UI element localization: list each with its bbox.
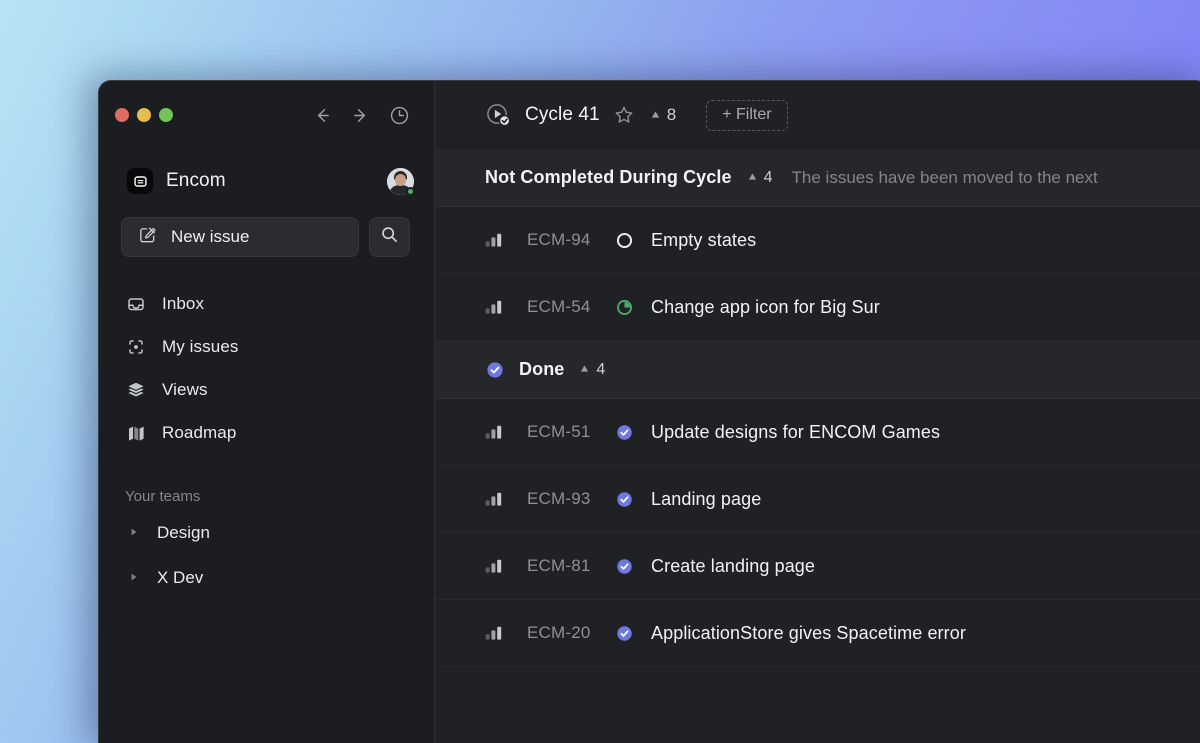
app-window: Encom New issue Inbox My issues Views Ro… bbox=[98, 80, 1200, 743]
new-issue-button[interactable]: New issue bbox=[121, 217, 359, 257]
priority-bars-icon[interactable] bbox=[485, 626, 505, 640]
sidebar-actions: New issue bbox=[99, 217, 434, 257]
group-title: Done bbox=[519, 359, 565, 379]
sidebar-item-label: Roadmap bbox=[162, 422, 237, 442]
table-row[interactable]: ECM-51 Update designs for ENCOM Games bbox=[435, 399, 1200, 466]
page-title: Cycle 41 bbox=[525, 104, 600, 125]
status-in-progress-icon[interactable] bbox=[615, 298, 635, 317]
layers-icon bbox=[125, 380, 146, 400]
inbox-icon bbox=[125, 294, 146, 314]
arrow-left-icon[interactable] bbox=[313, 106, 332, 125]
new-issue-label: New issue bbox=[171, 227, 250, 246]
chevron-right-icon[interactable] bbox=[129, 569, 139, 587]
group-title: Not Completed During Cycle bbox=[485, 167, 732, 187]
table-row[interactable]: ECM-20 ApplicationStore gives Spacetime … bbox=[435, 600, 1200, 667]
issue-id: ECM-81 bbox=[527, 556, 591, 575]
search-icon bbox=[380, 225, 399, 249]
maximize-button[interactable] bbox=[159, 108, 173, 122]
status-done-icon[interactable] bbox=[615, 557, 635, 576]
view-header: Cycle 41 8 + Filter bbox=[435, 81, 1200, 149]
status-done-icon[interactable] bbox=[615, 624, 635, 643]
cycle-completed-icon bbox=[485, 102, 511, 128]
sidebar: Encom New issue Inbox My issues Views Ro… bbox=[99, 81, 435, 743]
sidebar-item-views[interactable]: Views bbox=[99, 368, 434, 411]
triangle-up-icon bbox=[579, 361, 590, 379]
issue-title: Update designs for ENCOM Games bbox=[651, 421, 941, 442]
sidebar-item-team-x-dev[interactable]: X Dev bbox=[99, 555, 434, 600]
issue-title: ApplicationStore gives Spacetime error bbox=[651, 622, 966, 643]
pencil-square-icon bbox=[138, 225, 157, 249]
teams-section-title: Your teams bbox=[125, 487, 201, 505]
sidebar-item-roadmap[interactable]: Roadmap bbox=[99, 411, 434, 454]
issue-title: Landing page bbox=[651, 488, 762, 509]
minimize-button[interactable] bbox=[137, 108, 151, 122]
sidebar-nav: Inbox My issues Views Roadmap Your teams… bbox=[99, 282, 434, 600]
arrow-right-icon[interactable] bbox=[351, 106, 370, 125]
group-count-value: 4 bbox=[596, 360, 606, 378]
status-done-icon[interactable] bbox=[615, 423, 635, 442]
table-row[interactable]: ECM-93 Landing page bbox=[435, 466, 1200, 533]
issue-id: ECM-51 bbox=[527, 422, 591, 441]
issue-title: Empty states bbox=[651, 229, 757, 250]
main-content: Cycle 41 8 + Filter Not Completed During… bbox=[435, 81, 1200, 743]
issue-title: Create landing page bbox=[651, 555, 816, 576]
priority-bars-icon[interactable] bbox=[485, 425, 505, 439]
group-header-not-completed[interactable]: Not Completed During Cycle 4 The issues … bbox=[435, 149, 1200, 207]
encom-logo-icon bbox=[127, 168, 153, 194]
priority-bars-icon[interactable] bbox=[485, 492, 505, 506]
group-description: The issues have been moved to the next bbox=[791, 167, 1098, 187]
navigation-controls bbox=[313, 105, 414, 126]
roadmap-map-icon bbox=[125, 423, 146, 443]
issue-count-value: 8 bbox=[666, 105, 677, 124]
history-clock-icon[interactable] bbox=[389, 105, 410, 126]
table-row[interactable]: ECM-54 Change app icon for Big Sur bbox=[435, 274, 1200, 341]
sidebar-item-label: Views bbox=[162, 379, 208, 399]
sidebar-item-label: Inbox bbox=[162, 293, 205, 313]
sidebar-item-team-design[interactable]: Design bbox=[99, 510, 434, 555]
table-row[interactable]: ECM-81 Create landing page bbox=[435, 533, 1200, 600]
priority-bars-icon[interactable] bbox=[485, 300, 505, 314]
issue-id: ECM-54 bbox=[527, 297, 591, 316]
status-done-icon[interactable] bbox=[615, 490, 635, 509]
chevron-right-icon[interactable] bbox=[129, 524, 139, 542]
group-count: 4 bbox=[579, 361, 605, 379]
group-count-value: 4 bbox=[763, 168, 773, 186]
desktop-background: Encom New issue Inbox My issues Views Ro… bbox=[0, 0, 1200, 743]
sidebar-item-label: X Dev bbox=[157, 567, 204, 587]
issue-count: 8 bbox=[650, 105, 676, 125]
traffic-lights bbox=[115, 108, 173, 122]
issue-title: Change app icon for Big Sur bbox=[651, 296, 880, 317]
close-button[interactable] bbox=[115, 108, 129, 122]
sidebar-item-my-issues[interactable]: My issues bbox=[99, 325, 434, 368]
status-badge bbox=[406, 186, 415, 196]
avatar[interactable] bbox=[387, 167, 415, 196]
window-titlebar bbox=[99, 81, 434, 149]
workspace-header[interactable]: Encom bbox=[99, 153, 434, 209]
sidebar-item-label: My issues bbox=[162, 336, 239, 356]
table-row[interactable]: ECM-94 Empty states bbox=[435, 207, 1200, 274]
add-filter-button[interactable]: + Filter bbox=[706, 99, 788, 131]
issue-id: ECM-20 bbox=[527, 623, 591, 642]
search-button[interactable] bbox=[369, 217, 410, 257]
group-header-done[interactable]: Done 4 bbox=[435, 341, 1200, 399]
triangle-up-icon bbox=[747, 169, 758, 187]
issue-id: ECM-93 bbox=[527, 489, 591, 508]
sidebar-item-label: Design bbox=[157, 522, 210, 542]
issue-id: ECM-94 bbox=[527, 230, 591, 249]
priority-bars-icon[interactable] bbox=[485, 559, 505, 573]
star-outline-icon[interactable] bbox=[614, 105, 634, 125]
group-count: 4 bbox=[747, 169, 773, 187]
status-done-icon bbox=[485, 360, 507, 380]
status-todo-icon[interactable] bbox=[615, 231, 635, 250]
my-issues-target-icon bbox=[125, 337, 146, 357]
sidebar-item-inbox[interactable]: Inbox bbox=[99, 282, 434, 325]
priority-bars-icon[interactable] bbox=[485, 233, 505, 247]
triangle-up-icon bbox=[650, 105, 661, 125]
issue-list-empty-space bbox=[435, 667, 1200, 743]
workspace-name: Encom bbox=[166, 170, 226, 191]
